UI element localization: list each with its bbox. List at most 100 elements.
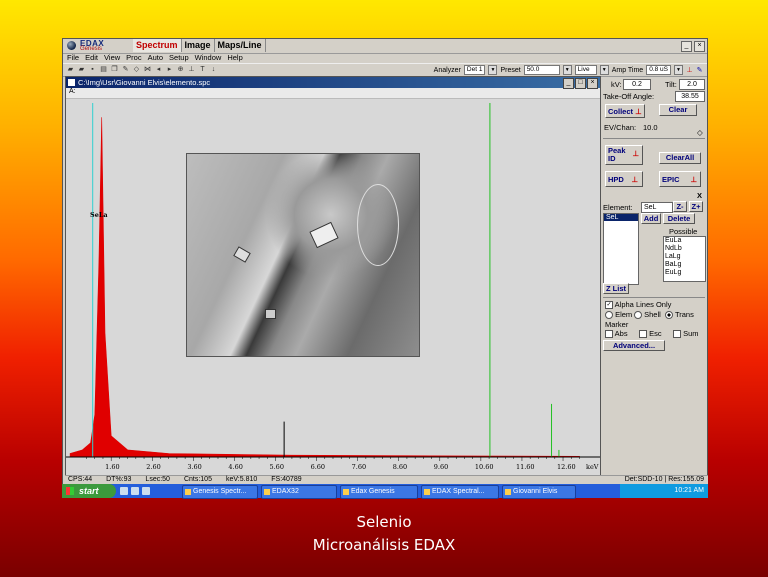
esc-option[interactable]: Esc bbox=[639, 329, 662, 339]
compress-icon[interactable]: ⋈ bbox=[144, 66, 151, 73]
spectrum-window-titlebar: C:\Img\Usr\Giovanni Elvis\elemento.spc _… bbox=[66, 77, 600, 89]
z-plus-button[interactable]: Z+ bbox=[689, 201, 703, 212]
spectrum-window: C:\Img\Usr\Giovanni Elvis\elemento.spc _… bbox=[65, 76, 601, 481]
text-icon[interactable]: T bbox=[199, 66, 206, 73]
checkbox-checked-icon[interactable]: ✓ bbox=[605, 301, 613, 310]
close-icon[interactable]: × bbox=[587, 78, 598, 89]
clock[interactable]: 10:21 AM bbox=[674, 487, 704, 494]
delete-button[interactable]: Delete bbox=[663, 213, 695, 224]
radio-selected-icon[interactable] bbox=[665, 311, 673, 320]
task-edax-spectral[interactable]: EDAX Spectral... bbox=[421, 485, 499, 499]
menu-view[interactable]: View bbox=[104, 53, 120, 63]
menu-auto[interactable]: Auto bbox=[148, 53, 163, 63]
kv-field[interactable]: 0.2 bbox=[623, 79, 651, 90]
expand-icon[interactable]: ◇ bbox=[133, 66, 140, 73]
alpha-lines-option[interactable]: ✓ Alpha Lines Only bbox=[605, 300, 671, 310]
live-select[interactable]: Live bbox=[574, 65, 597, 75]
x-tick-label: 2.60 bbox=[146, 463, 160, 471]
minimize-icon[interactable]: _ bbox=[563, 78, 574, 89]
trans-option[interactable]: Trans bbox=[665, 310, 694, 320]
control-panel: kV: 0.2 Tilt: 2.0 Take-Off Angle: 38.55 … bbox=[601, 76, 707, 472]
minimize-icon[interactable]: _ bbox=[681, 41, 692, 52]
analyzer-select[interactable]: Det 1 bbox=[463, 65, 486, 75]
zoom-icon[interactable]: ⊕ bbox=[177, 66, 184, 73]
advanced-button[interactable]: Advanced... bbox=[603, 340, 665, 351]
possible-item[interactable]: LaLg bbox=[665, 253, 705, 261]
z-list-button[interactable]: Z List bbox=[603, 283, 629, 294]
print-icon[interactable]: ▤ bbox=[100, 66, 107, 73]
possible-list[interactable]: EuLa NdLb LaLg BaLg EuLg bbox=[663, 236, 706, 282]
menu-proc[interactable]: Proc bbox=[126, 53, 141, 63]
peak-id-button[interactable]: Peak ID ⊥ bbox=[605, 145, 643, 165]
chevron-updown-icon[interactable]: ◇ bbox=[697, 128, 703, 137]
menu-help[interactable]: Help bbox=[227, 53, 242, 63]
peaks-icon[interactable]: ⊥ bbox=[188, 66, 195, 73]
possible-item[interactable]: EuLg bbox=[665, 269, 705, 277]
element-list-item[interactable]: SeL bbox=[604, 214, 638, 221]
x-tick-label: 4.60 bbox=[228, 463, 242, 471]
copy-icon[interactable]: ❐ bbox=[111, 66, 118, 73]
task-genesis-spectrum[interactable]: Genesis Spectr... bbox=[182, 485, 258, 499]
hpd-button[interactable]: HPD ⊥ bbox=[605, 171, 643, 187]
abs-option[interactable]: Abs bbox=[605, 329, 628, 339]
arrow-icon[interactable]: ↓ bbox=[210, 66, 217, 73]
z-minus-button[interactable]: Z- bbox=[673, 201, 687, 212]
checkbox-icon[interactable] bbox=[605, 330, 613, 339]
tab-image[interactable]: Image bbox=[182, 39, 215, 52]
menu-window[interactable]: Window bbox=[195, 53, 222, 63]
task-edax-genesis[interactable]: Edax Genesis bbox=[340, 485, 418, 499]
possible-item[interactable]: EuLa bbox=[665, 237, 705, 245]
pen-icon[interactable]: ✎ bbox=[696, 67, 703, 74]
amp-time-select[interactable]: 0.8 uS bbox=[646, 65, 671, 75]
element-field[interactable]: SeL bbox=[641, 202, 673, 213]
checkbox-icon[interactable] bbox=[673, 330, 681, 339]
menu-setup[interactable]: Setup bbox=[169, 53, 189, 63]
shift-right-icon[interactable]: ▸ bbox=[166, 66, 173, 73]
elem-option[interactable]: Elem bbox=[605, 310, 632, 320]
clear-all-button[interactable]: ClearAll bbox=[659, 152, 701, 164]
possible-item[interactable]: BaLg bbox=[665, 261, 705, 269]
radio-icon[interactable] bbox=[605, 311, 613, 320]
sum-option[interactable]: Sum bbox=[673, 329, 699, 339]
clear-button[interactable]: Clear bbox=[659, 104, 697, 116]
shift-left-icon[interactable]: ◂ bbox=[155, 66, 162, 73]
x-tick-label: 5.60 bbox=[269, 463, 283, 471]
task-edax32[interactable]: EDAX32 bbox=[261, 485, 337, 499]
label-icon[interactable]: ✎ bbox=[122, 66, 129, 73]
evchan-label: EV/Chan: bbox=[604, 123, 637, 132]
open-alt-icon[interactable]: ▰ bbox=[78, 66, 85, 73]
media-icon[interactable] bbox=[142, 487, 150, 495]
crystal-shape bbox=[265, 309, 276, 319]
preset-input[interactable]: 50.0 bbox=[523, 65, 560, 75]
spectrum-icon[interactable]: ⊥ bbox=[686, 67, 693, 74]
chevron-down-icon[interactable]: ▼ bbox=[599, 65, 609, 75]
element-list[interactable]: SeL bbox=[603, 213, 639, 285]
save-icon[interactable]: ▪ bbox=[89, 66, 96, 73]
collect-button[interactable]: Collect ⊥ bbox=[605, 104, 645, 118]
open-icon[interactable]: ▰ bbox=[67, 66, 74, 73]
chevron-down-icon[interactable]: ▼ bbox=[488, 65, 498, 75]
edax-logo: EDAX Genesis bbox=[65, 39, 117, 52]
tab-maps-line[interactable]: Maps/Line bbox=[215, 39, 266, 52]
possible-item[interactable]: NdLb bbox=[665, 245, 705, 253]
maximize-icon[interactable]: □ bbox=[575, 78, 586, 89]
close-panel-icon[interactable]: X bbox=[697, 191, 702, 200]
menu-file[interactable]: File bbox=[67, 53, 79, 63]
spectrum-plot[interactable]: 1.60 2.60 3.60 4.60 5.60 6.60 7.60 8.60 9.60 10.6… bbox=[66, 99, 600, 480]
shell-label: Shell bbox=[644, 310, 661, 319]
chevron-down-icon[interactable]: ▼ bbox=[562, 65, 572, 75]
epic-button[interactable]: EPIC ⊥ bbox=[659, 171, 701, 187]
tab-spectrum[interactable]: Spectrum bbox=[133, 39, 182, 52]
ie-icon[interactable] bbox=[120, 487, 128, 495]
tilt-field[interactable]: 2.0 bbox=[679, 79, 705, 90]
start-button[interactable]: start bbox=[62, 484, 116, 498]
task-giovanni-elvis[interactable]: Giovanni Elvis bbox=[502, 485, 576, 499]
shell-option[interactable]: Shell bbox=[634, 310, 661, 320]
close-icon[interactable]: × bbox=[694, 41, 705, 52]
add-button[interactable]: Add bbox=[641, 213, 661, 224]
chevron-down-icon[interactable]: ▼ bbox=[674, 65, 683, 75]
checkbox-icon[interactable] bbox=[639, 330, 647, 339]
menu-edit[interactable]: Edit bbox=[85, 53, 98, 63]
desktop-icon[interactable] bbox=[131, 487, 139, 495]
radio-icon[interactable] bbox=[634, 311, 642, 320]
